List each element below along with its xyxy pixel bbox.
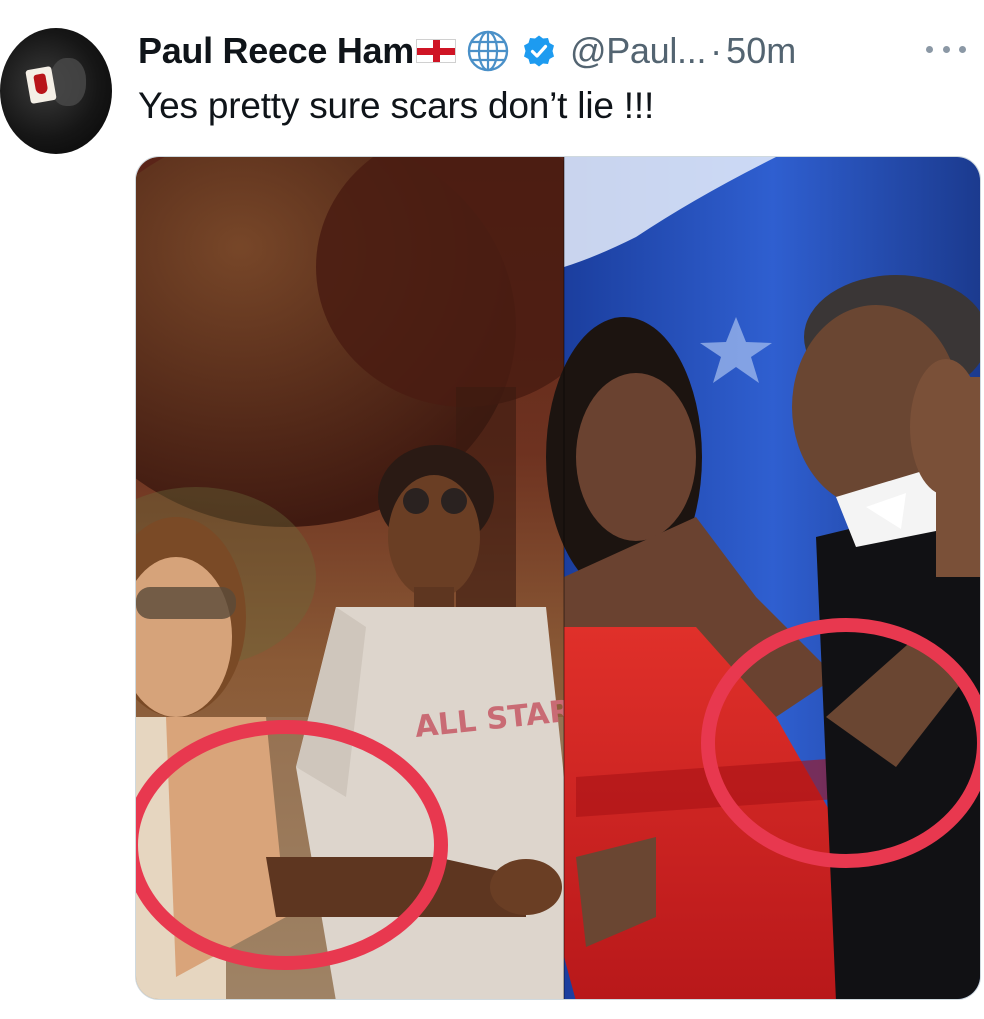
separator-dot: · bbox=[710, 30, 723, 71]
right-photo bbox=[546, 157, 980, 999]
verified-badge-icon bbox=[523, 35, 554, 67]
more-dot bbox=[926, 45, 933, 53]
tweet[interactable]: Paul Reece Ham @Paul... · 50m Yes pretty… bbox=[0, 0, 984, 1019]
more-options-icon[interactable] bbox=[926, 34, 966, 64]
globe-icon bbox=[467, 30, 509, 72]
england-flag-icon bbox=[415, 39, 456, 63]
side-by-side-photo: ALL STAR bbox=[136, 157, 980, 999]
tweet-header: Paul Reece Ham @Paul... · 50m bbox=[138, 26, 796, 76]
tweet-image[interactable]: ALL STAR bbox=[135, 156, 981, 1000]
tweet-text: Yes pretty sure scars don’t lie !!! bbox=[138, 85, 655, 126]
author-name[interactable]: Paul Reece Ham bbox=[138, 26, 414, 76]
tweet-timestamp[interactable]: 50m bbox=[726, 26, 796, 76]
author-avatar[interactable] bbox=[0, 28, 112, 154]
more-dot bbox=[942, 45, 950, 53]
author-handle[interactable]: @Paul... bbox=[570, 26, 707, 76]
left-photo: ALL STAR bbox=[136, 157, 616, 999]
avatar-card-icon bbox=[25, 66, 57, 104]
more-dot bbox=[959, 45, 966, 53]
